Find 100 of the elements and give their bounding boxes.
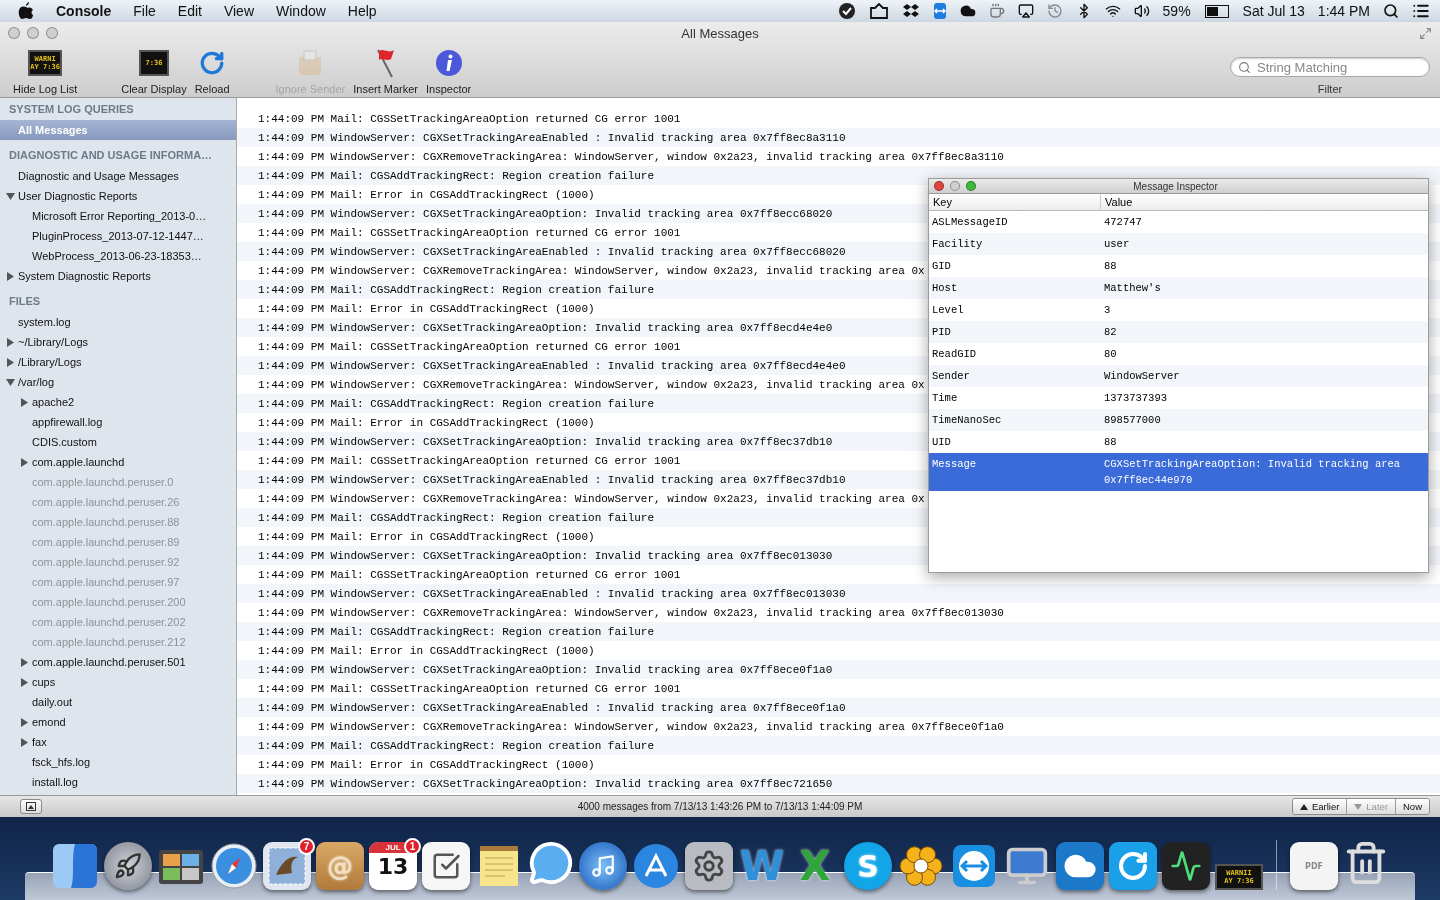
sidebar-item[interactable]: /Library/Logs [0, 352, 236, 372]
disclosure-triangle-icon[interactable] [6, 377, 15, 387]
key-cell[interactable]: Message [929, 453, 1101, 491]
sidebar-item[interactable]: fax [0, 732, 236, 752]
menu-item[interactable]: View [223, 3, 254, 19]
arrows-tile-icon[interactable] [932, 2, 947, 20]
column-header[interactable]: Value [1101, 194, 1428, 211]
sidebar-item[interactable]: apache2 [0, 392, 236, 412]
sidebar-item[interactable]: com.apple.launchd.peruser.501 [0, 652, 236, 672]
sidebar-item[interactable]: Diagnostic and Usage Messages [0, 166, 236, 186]
check-badge-icon[interactable] [837, 2, 856, 20]
value-cell[interactable]: 898577000 [1101, 409, 1428, 431]
sidebar-item[interactable]: PluginProcess_2013-07-12-1447… [0, 226, 236, 246]
arrows-tile-icon[interactable] [950, 842, 998, 890]
sidebar-item[interactable]: emond [0, 712, 236, 732]
zoom-button[interactable] [966, 181, 976, 191]
compass-icon[interactable] [210, 842, 258, 890]
search-icon [1238, 61, 1251, 74]
disclosure-triangle-icon[interactable] [20, 677, 29, 687]
info-icon [434, 49, 463, 77]
sidebar-item[interactable]: Microsoft Error Reporting_2013-0… [0, 206, 236, 226]
sidebar-item[interactable]: System Diagnostic Reports [0, 266, 236, 286]
disclosure-triangle-icon[interactable] [6, 357, 15, 367]
log-line: 1:44:09 PM WindowServer: CGXSetTrackingAreaOption: Invalid tracking area 0x7ff8ecc68020 [258, 207, 833, 220]
disclosure-triangle-icon[interactable] [6, 191, 15, 201]
sidebar-item[interactable]: fsck_hfs.log [0, 752, 236, 772]
disclosure-triangle-icon[interactable] [20, 397, 29, 407]
toolbar-button[interactable]: Insert Marker [350, 47, 421, 95]
close-button[interactable] [934, 181, 944, 191]
wifi-icon[interactable] [1104, 3, 1121, 19]
sidebar-item[interactable]: daily.out [0, 692, 236, 712]
sidebar-item[interactable]: com.apple.launchd [0, 452, 236, 472]
value-cell[interactable]: Matthew's [1101, 277, 1428, 299]
disclosure-triangle-icon[interactable] [20, 457, 29, 467]
value-cell[interactable]: 82 [1101, 321, 1428, 343]
menu-item[interactable]: Help [347, 3, 377, 19]
history-icon[interactable] [1046, 3, 1063, 19]
sidebar-item[interactable]: appfirewall.log [0, 412, 236, 432]
diamonds-icon[interactable] [901, 3, 920, 19]
sidebar-item[interactable]: cups [0, 672, 236, 692]
column-header[interactable]: Key [929, 194, 1101, 211]
checklist-icon[interactable] [422, 842, 470, 890]
pulse-monitor-icon[interactable] [1162, 842, 1210, 890]
menu-item[interactable]: Edit [177, 3, 202, 19]
log-line: 1:44:09 PM Mail: CGSAddTrackingRect: Region creation failure [258, 397, 655, 410]
log-line: 1:44:09 PM WindowServer: CGXRemoveTrackingArea: WindowServer, window 0x2a23, invalid tracking area 0x7ff8ece0f1a0 [258, 720, 1004, 733]
value-cell[interactable]: 3 [1101, 299, 1428, 321]
battery-icon[interactable] [1206, 6, 1227, 16]
fullscreen-icon[interactable] [1419, 26, 1432, 40]
value-cell[interactable]: 1373737393 [1101, 387, 1428, 409]
cup-icon[interactable] [988, 3, 1005, 19]
navigation-button[interactable]: Now [1396, 799, 1429, 814]
disclosure-triangle-icon[interactable] [20, 737, 29, 747]
menu-item[interactable]: Window [276, 3, 326, 19]
gear-icon[interactable] [685, 842, 733, 890]
search-icon[interactable] [1383, 3, 1399, 19]
sidebar-item[interactable]: CDIS.custom [0, 432, 236, 452]
value-cell[interactable]: CGXSetTrackingAreaOption: Invalid tracking area 0x7ff8ec44e970 [1101, 453, 1428, 491]
volume-icon[interactable] [1133, 3, 1150, 19]
key-cell[interactable]: PID [929, 321, 1101, 343]
menu-item[interactable]: File [133, 3, 156, 19]
toolbar-button[interactable]: Reload [191, 47, 233, 95]
key-cell[interactable]: Host [929, 277, 1101, 299]
split-square-icon[interactable] [51, 842, 99, 890]
disclosure-triangle-icon[interactable] [20, 717, 29, 727]
value-cell[interactable]: 88 [1101, 431, 1428, 453]
sidebar-item[interactable]: WebProcess_2013-06-23-18353… [0, 246, 236, 266]
log-line: 1:44:09 PM WindowServer: CGXSetTrackingAreaOption: Invalid tracking area 0x7ff8ece0f1a0 [258, 663, 833, 676]
disclosure-triangle-icon[interactable] [6, 337, 15, 347]
sidebar-item[interactable]: install.log [0, 772, 236, 792]
log-line: 1:44:09 PM WindowServer: CGXSetTrackingAreaEnabled : Invalid tracking area 0x7ff8ec8a3110 [258, 131, 846, 144]
sidebar-item[interactable]: system.log [0, 312, 236, 332]
message-count: 4000 messages from 7/13/13 1:43:26 PM to 7/13/13 1:44:09 PM [577, 801, 863, 812]
sidebar-item[interactable]: /var/log [0, 372, 236, 392]
value-cell[interactable]: 88 [1101, 255, 1428, 277]
value-cell[interactable]: WindowServer [1101, 365, 1428, 387]
search-field[interactable]: String Matching [1230, 57, 1430, 77]
airplay-icon[interactable] [1017, 3, 1034, 19]
list-icon[interactable] [1412, 2, 1430, 20]
disclosure-triangle-icon[interactable] [20, 657, 29, 667]
sidebar-item[interactable]: ~/Library/Logs [0, 332, 236, 352]
navigation-button[interactable]: Earlier [1292, 799, 1348, 814]
down-triangle-icon [1354, 803, 1363, 810]
battery-percentage: 59% [1162, 3, 1191, 19]
key-cell[interactable]: Facility [929, 233, 1101, 255]
cloud-icon[interactable] [959, 3, 976, 19]
key-cell[interactable]: TimeNanoSec [929, 409, 1101, 431]
sidebar-item[interactable]: User Diagnostic Reports [0, 186, 236, 206]
log-line: 1:44:09 PM Mail: Error in CGSAddTrackingRect (1000) [258, 188, 595, 201]
sidebar-toggle-button[interactable] [20, 799, 42, 814]
value-cell[interactable]: user [1101, 233, 1428, 255]
disclosure-triangle-icon[interactable] [6, 271, 15, 281]
value-cell[interactable]: 80 [1101, 343, 1428, 365]
value-cell[interactable]: 472747 [1101, 211, 1428, 233]
key-cell[interactable]: Sender [929, 365, 1101, 387]
toolbar-button[interactable]: Inspector [423, 47, 475, 95]
apple-icon[interactable] [18, 2, 34, 20]
app-menu[interactable]: Console [56, 3, 112, 19]
rocket-icon[interactable] [104, 842, 152, 890]
music-note-icon[interactable] [579, 842, 627, 890]
